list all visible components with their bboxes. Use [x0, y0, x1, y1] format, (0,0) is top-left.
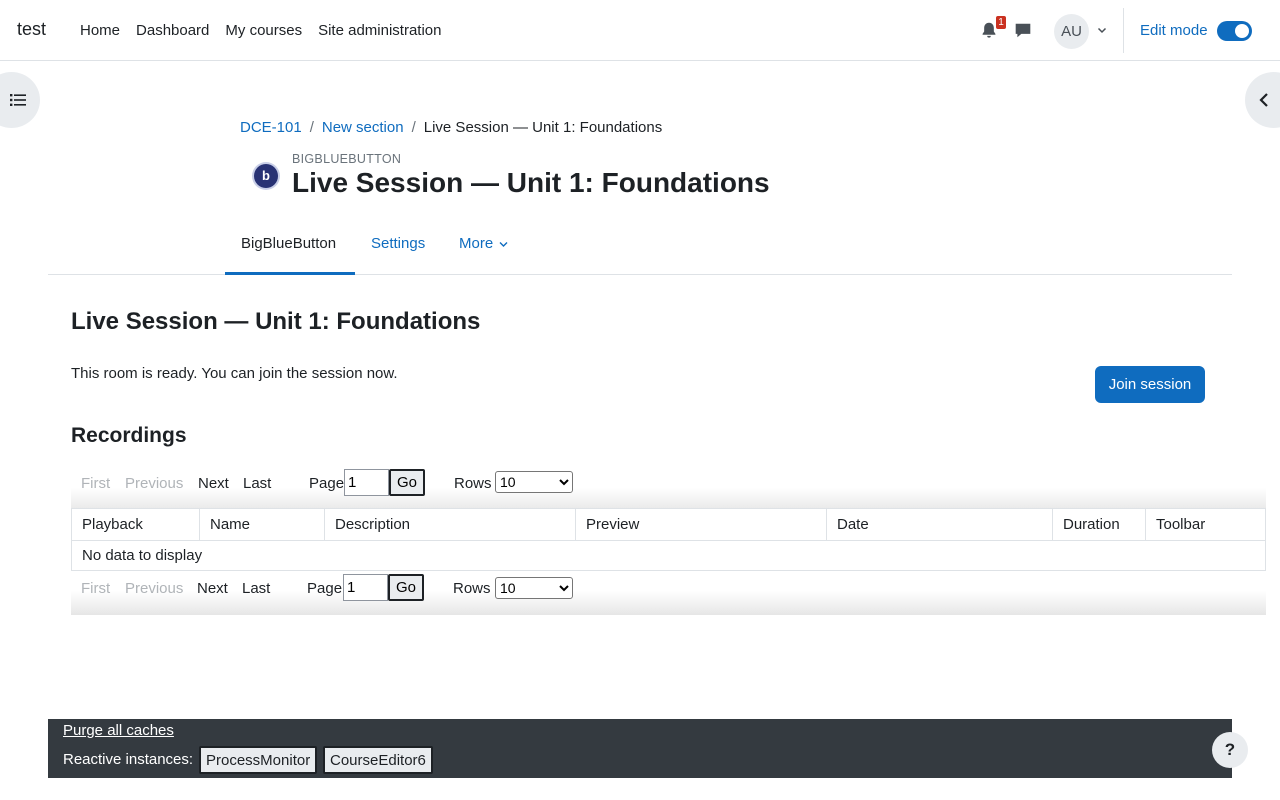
column-header-duration[interactable]: Duration — [1052, 509, 1145, 541]
pager-first: First — [81, 475, 111, 492]
recordings-pager-top: First Previous Next Last Page Go Rows 10 — [71, 468, 1266, 512]
messages-icon[interactable] — [1014, 22, 1032, 39]
nav-dashboard[interactable]: Dashboard — [136, 22, 209, 39]
list-icon — [10, 94, 26, 106]
purge-all-caches-link[interactable]: Purge all caches — [63, 722, 174, 739]
secondary-navigation: BigBlueButton Settings More — [48, 214, 1232, 275]
pager-next[interactable]: Next — [197, 580, 228, 597]
chevron-down-icon[interactable] — [1097, 25, 1107, 35]
toggle-knob — [1235, 24, 1249, 38]
page-footer: Purge all caches Reactive instances: Pro… — [48, 719, 1232, 778]
breadcrumb-current: Live Session — Unit 1: Foundations — [423, 119, 663, 136]
table-empty-message: No data to display — [71, 540, 1266, 571]
pager-rows-label: Rows — [454, 475, 492, 492]
help-button[interactable]: ? — [1212, 732, 1248, 768]
join-session-button[interactable]: Join session — [1095, 366, 1205, 403]
pager-next[interactable]: Next — [198, 475, 229, 492]
activity-heading: Live Session — Unit 1: Foundations — [71, 308, 481, 335]
tab-bigbluebutton[interactable]: BigBlueButton — [225, 214, 355, 275]
column-header-playback[interactable]: Playback — [72, 509, 199, 541]
nav-home[interactable]: Home — [80, 22, 120, 39]
column-header-date[interactable]: Date — [826, 509, 1052, 541]
pager-first: First — [81, 580, 111, 597]
chevron-left-icon — [1259, 93, 1268, 107]
breadcrumb-section[interactable]: New section — [322, 119, 404, 136]
column-header-name[interactable]: Name — [199, 509, 324, 541]
top-navbar: test Home Dashboard My courses Site admi… — [0, 0, 1280, 61]
page-number-input[interactable] — [343, 574, 388, 601]
column-header-description[interactable]: Description — [324, 509, 575, 541]
nav-my-courses[interactable]: My courses — [225, 22, 302, 39]
pager-last[interactable]: Last — [243, 475, 271, 492]
chevron-down-icon — [499, 242, 508, 247]
pager-last[interactable]: Last — [242, 580, 270, 597]
pager-previous: Previous — [125, 475, 184, 492]
recordings-heading: Recordings — [71, 424, 187, 447]
page-title: Live Session — Unit 1: Foundations — [292, 167, 770, 198]
process-monitor-button[interactable]: ProcessMonitor — [199, 746, 318, 774]
pager-page-label: Page — [307, 580, 343, 597]
primary-navigation: Home Dashboard My courses Site administr… — [80, 0, 458, 60]
column-header-toolbar[interactable]: Toolbar — [1145, 509, 1265, 541]
go-button[interactable]: Go — [388, 574, 424, 601]
nav-site-administration[interactable]: Site administration — [318, 22, 441, 39]
column-header-preview[interactable]: Preview — [575, 509, 826, 541]
user-avatar[interactable]: AU — [1054, 14, 1089, 49]
notification-count-badge: 1 — [996, 16, 1006, 29]
bigbluebutton-icon: b — [254, 164, 278, 188]
course-editor-button[interactable]: CourseEditor6 — [323, 746, 433, 774]
pager-previous: Previous — [125, 580, 184, 597]
course-index-drawer-toggle[interactable] — [0, 72, 40, 128]
reactive-instances-label: Reactive instances: — [63, 751, 194, 768]
site-brand[interactable]: test — [17, 19, 46, 40]
breadcrumb: DCE-101 / New section / Live Session — U… — [240, 119, 662, 136]
tab-settings[interactable]: Settings — [371, 214, 425, 275]
tab-more-label: More — [459, 235, 494, 252]
pager-page-label: Page — [309, 475, 345, 492]
recordings-table-header: Playback Name Description Preview Date D… — [71, 508, 1266, 541]
rows-per-page-select[interactable]: 10 — [495, 577, 573, 599]
rows-per-page-select[interactable]: 10 — [495, 471, 573, 493]
block-drawer-toggle[interactable] — [1245, 72, 1280, 128]
breadcrumb-course[interactable]: DCE-101 — [240, 119, 302, 136]
breadcrumb-separator: / — [411, 119, 416, 136]
edit-mode-label[interactable]: Edit mode — [1140, 22, 1208, 39]
room-status-text: This room is ready. You can join the ses… — [71, 365, 398, 382]
tab-more[interactable]: More — [459, 214, 508, 275]
recordings-pager-bottom: First Previous Next Last Page Go Rows 10 — [71, 571, 1266, 615]
page-number-input[interactable] — [344, 469, 389, 496]
navbar-divider — [1123, 8, 1124, 53]
pager-rows-label: Rows — [453, 580, 491, 597]
breadcrumb-separator: / — [309, 119, 314, 136]
edit-mode-toggle[interactable] — [1217, 21, 1252, 41]
module-type-label: BIGBLUEBUTTON — [292, 152, 402, 166]
go-button[interactable]: Go — [389, 469, 425, 496]
